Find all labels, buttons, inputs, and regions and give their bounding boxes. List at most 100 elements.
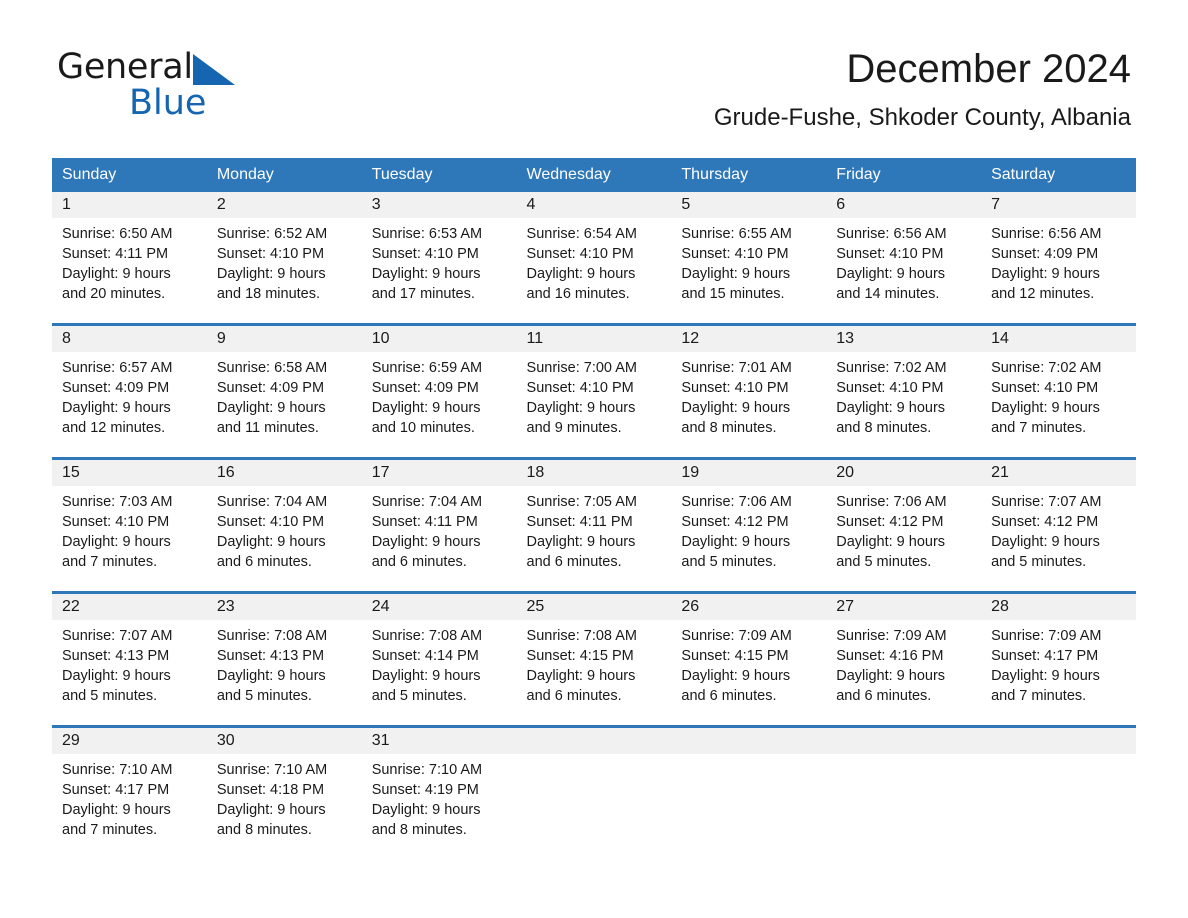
calendar-day-cell[interactable]: 11 Sunrise: 7:00 AM Sunset: 4:10 PM Dayligh… xyxy=(516,323,672,459)
sunset-text: Sunset: 4:16 PM xyxy=(836,648,944,664)
sunset-text: Sunset: 4:10 PM xyxy=(216,246,325,262)
sunrise-text: Sunrise: 7:04 AM xyxy=(371,494,483,510)
calendar-body: 1 Sunrise: 6:50 AM Sunset: 4:11 PM Daylight… xyxy=(52,192,1136,838)
day-details: Sunrise: 7:07 AM Sunset: 4:12 PM Daylight:… xyxy=(981,486,1136,572)
calendar-day-cell[interactable]: 14 Sunrise: 7:02 AM Sunset: 4:10 PM Dayligh… xyxy=(981,323,1136,459)
sunrise-text: Sunrise: 7:00 AM xyxy=(526,360,637,376)
day-details: Sunrise: 6:53 AM Sunset: 4:10 PM Daylight:… xyxy=(362,218,517,304)
calendar-day-cell[interactable]: 5 Sunrise: 6:55 AM Sunset: 4:10 PM Daylight… xyxy=(671,192,827,325)
sunset-text: Sunset: 4:12 PM xyxy=(836,514,944,530)
day-number: 6 xyxy=(826,192,982,218)
sunset-text: Sunset: 4:15 PM xyxy=(681,648,789,664)
day-number: 7 xyxy=(981,192,1136,218)
sunset-text: Sunset: 4:13 PM xyxy=(216,648,325,664)
calendar-day-cell[interactable]: 3 Sunrise: 6:53 AM Sunset: 4:10 PM Daylight… xyxy=(361,192,517,325)
day-details: Sunrise: 7:01 AM Sunset: 4:10 PM Daylight:… xyxy=(671,352,826,438)
sunset-text: Sunset: 4:11 PM xyxy=(62,246,169,262)
day-number: 18 xyxy=(516,460,672,486)
day-number: 20 xyxy=(826,460,982,486)
day-details: Sunrise: 7:02 AM Sunset: 4:10 PM Daylight:… xyxy=(826,352,981,438)
calendar-day-cell[interactable]: 13 Sunrise: 7:02 AM Sunset: 4:10 PM Dayligh… xyxy=(826,323,982,459)
day-details xyxy=(517,754,672,760)
daylight-text-line1: Daylight: 9 hours xyxy=(681,668,791,684)
day-details: Sunrise: 6:56 AM Sunset: 4:10 PM Daylight:… xyxy=(826,218,981,304)
calendar-day-cell[interactable]: 20 Sunrise: 7:06 AM Sunset: 4:12 PM Dayligh… xyxy=(826,457,982,593)
calendar-day-cell[interactable]: 22 Sunrise: 7:07 AM Sunset: 4:13 PM Dayligh… xyxy=(52,591,207,727)
sunset-text: Sunset: 4:18 PM xyxy=(216,782,325,798)
calendar-day-cell[interactable]: 31 Sunrise: 7:10 AM Sunset: 4:19 PM Dayligh… xyxy=(361,725,517,838)
weekday-header-thursday: Thursday xyxy=(671,158,827,192)
calendar-day-cell[interactable]: 21 Sunrise: 7:07 AM Sunset: 4:12 PM Dayligh… xyxy=(981,457,1136,593)
daylight-text-line1: Daylight: 9 hours xyxy=(526,668,636,684)
calendar-day-cell[interactable]: 19 Sunrise: 7:06 AM Sunset: 4:12 PM Dayligh… xyxy=(671,457,827,593)
calendar-day-cell[interactable]: 6 Sunrise: 6:56 AM Sunset: 4:10 PM Daylight… xyxy=(826,192,982,325)
calendar-day-cell[interactable]: 12 Sunrise: 7:01 AM Sunset: 4:10 PM Dayligh… xyxy=(671,323,827,459)
calendar-day-cell[interactable]: 28 Sunrise: 7:09 AM Sunset: 4:17 PM Dayligh… xyxy=(981,591,1136,727)
day-details: Sunrise: 7:06 AM Sunset: 4:12 PM Daylight:… xyxy=(671,486,826,572)
calendar-day-cell[interactable]: 8 Sunrise: 6:57 AM Sunset: 4:09 PM Daylight… xyxy=(52,323,207,459)
daylight-text-line1: Daylight: 9 hours xyxy=(681,400,791,416)
sunrise-text: Sunrise: 6:53 AM xyxy=(371,226,483,242)
calendar-day-cell[interactable]: 26 Sunrise: 7:09 AM Sunset: 4:15 PM Dayligh… xyxy=(671,591,827,727)
calendar-day-cell[interactable]: 30 Sunrise: 7:10 AM Sunset: 4:18 PM Dayligh… xyxy=(206,725,362,838)
weekday-header-sunday: Sunday xyxy=(52,158,207,192)
day-number: 13 xyxy=(826,326,982,352)
daylight-text-line2: and 5 minutes. xyxy=(216,688,312,704)
sunset-text: Sunset: 4:10 PM xyxy=(216,514,325,530)
sunrise-text: Sunrise: 7:03 AM xyxy=(62,494,173,510)
logo-word-general: General xyxy=(57,47,193,87)
day-number: 1 xyxy=(52,192,207,218)
calendar-day-cell[interactable]: 24 Sunrise: 7:08 AM Sunset: 4:14 PM Dayligh… xyxy=(361,591,517,727)
calendar-page: General Blue December 2024 Grude-Fushe, … xyxy=(0,0,1188,918)
calendar-day-cell[interactable]: 16 Sunrise: 7:04 AM Sunset: 4:10 PM Dayligh… xyxy=(206,457,362,593)
daylight-text-line2: and 10 minutes. xyxy=(371,420,475,436)
day-details: Sunrise: 7:08 AM Sunset: 4:13 PM Daylight:… xyxy=(207,620,362,706)
calendar-day-cell[interactable]: 29 Sunrise: 7:10 AM Sunset: 4:17 PM Dayligh… xyxy=(52,725,207,838)
sunrise-text: Sunrise: 7:10 AM xyxy=(371,762,483,778)
daylight-text-line2: and 6 minutes. xyxy=(526,554,622,570)
calendar-day-cell[interactable]: 1 Sunrise: 6:50 AM Sunset: 4:11 PM Daylight… xyxy=(52,192,207,325)
location-subtitle: Grude-Fushe, Shkoder County, Albania xyxy=(713,104,1131,131)
calendar-day-cell[interactable]: 10 Sunrise: 6:59 AM Sunset: 4:09 PM Dayligh… xyxy=(361,323,517,459)
daylight-text-line2: and 7 minutes. xyxy=(62,554,158,570)
sunrise-text: Sunrise: 6:56 AM xyxy=(836,226,947,242)
day-details: Sunrise: 7:09 AM Sunset: 4:16 PM Daylight:… xyxy=(826,620,981,706)
calendar-day-cell[interactable]: 15 Sunrise: 7:03 AM Sunset: 4:10 PM Dayligh… xyxy=(52,457,207,593)
day-number: 31 xyxy=(361,728,517,754)
daylight-text-line1: Daylight: 9 hours xyxy=(526,400,636,416)
daylight-text-line2: and 17 minutes. xyxy=(371,286,475,302)
calendar-day-cell[interactable]: 27 Sunrise: 7:09 AM Sunset: 4:16 PM Dayligh… xyxy=(826,591,982,727)
daylight-text-line1: Daylight: 9 hours xyxy=(216,266,326,282)
calendar-day-cell[interactable]: 9 Sunrise: 6:58 AM Sunset: 4:09 PM Daylight… xyxy=(206,323,362,459)
calendar-day-cell[interactable]: 7 Sunrise: 6:56 AM Sunset: 4:09 PM Daylight… xyxy=(981,192,1136,325)
day-number: 21 xyxy=(981,460,1136,486)
daylight-text-line1: Daylight: 9 hours xyxy=(62,668,171,684)
calendar-day-cell[interactable]: 2 Sunrise: 6:52 AM Sunset: 4:10 PM Daylight… xyxy=(206,192,362,325)
daylight-text-line1: Daylight: 9 hours xyxy=(216,400,326,416)
day-number: 30 xyxy=(206,728,362,754)
sunset-text: Sunset: 4:09 PM xyxy=(62,380,170,396)
calendar-day-cell[interactable]: 17 Sunrise: 7:04 AM Sunset: 4:11 PM Dayligh… xyxy=(361,457,517,593)
calendar-day-cell[interactable]: 23 Sunrise: 7:08 AM Sunset: 4:13 PM Dayligh… xyxy=(206,591,362,727)
daylight-text-line2: and 8 minutes. xyxy=(371,822,467,838)
calendar-week-row: 29 Sunrise: 7:10 AM Sunset: 4:17 PM Dayligh… xyxy=(52,725,1136,838)
calendar-week-row: 22 Sunrise: 7:07 AM Sunset: 4:13 PM Dayligh… xyxy=(52,591,1136,727)
daylight-text-line1: Daylight: 9 hours xyxy=(991,534,1100,550)
sunset-text: Sunset: 4:09 PM xyxy=(216,380,325,396)
sunrise-text: Sunrise: 7:10 AM xyxy=(216,762,328,778)
calendar-day-cell-empty xyxy=(516,725,672,838)
calendar-day-cell[interactable]: 18 Sunrise: 7:05 AM Sunset: 4:11 PM Dayligh… xyxy=(516,457,672,593)
sunset-text: Sunset: 4:10 PM xyxy=(991,380,1099,396)
sunset-text: Sunset: 4:14 PM xyxy=(371,648,479,664)
logo-top-row: General xyxy=(57,50,377,88)
daylight-text-line1: Daylight: 9 hours xyxy=(991,668,1100,684)
calendar-day-cell[interactable]: 25 Sunrise: 7:08 AM Sunset: 4:15 PM Dayligh… xyxy=(516,591,672,727)
calendar-day-cell[interactable]: 4 Sunrise: 6:54 AM Sunset: 4:10 PM Daylight… xyxy=(516,192,672,325)
day-details xyxy=(826,754,981,760)
sunset-text: Sunset: 4:11 PM xyxy=(526,514,633,530)
sunset-text: Sunset: 4:09 PM xyxy=(991,246,1099,262)
daylight-text-line2: and 8 minutes. xyxy=(216,822,312,838)
daylight-text-line2: and 6 minutes. xyxy=(216,554,312,570)
sunset-text: Sunset: 4:13 PM xyxy=(62,648,170,664)
daylight-text-line1: Daylight: 9 hours xyxy=(836,266,946,282)
